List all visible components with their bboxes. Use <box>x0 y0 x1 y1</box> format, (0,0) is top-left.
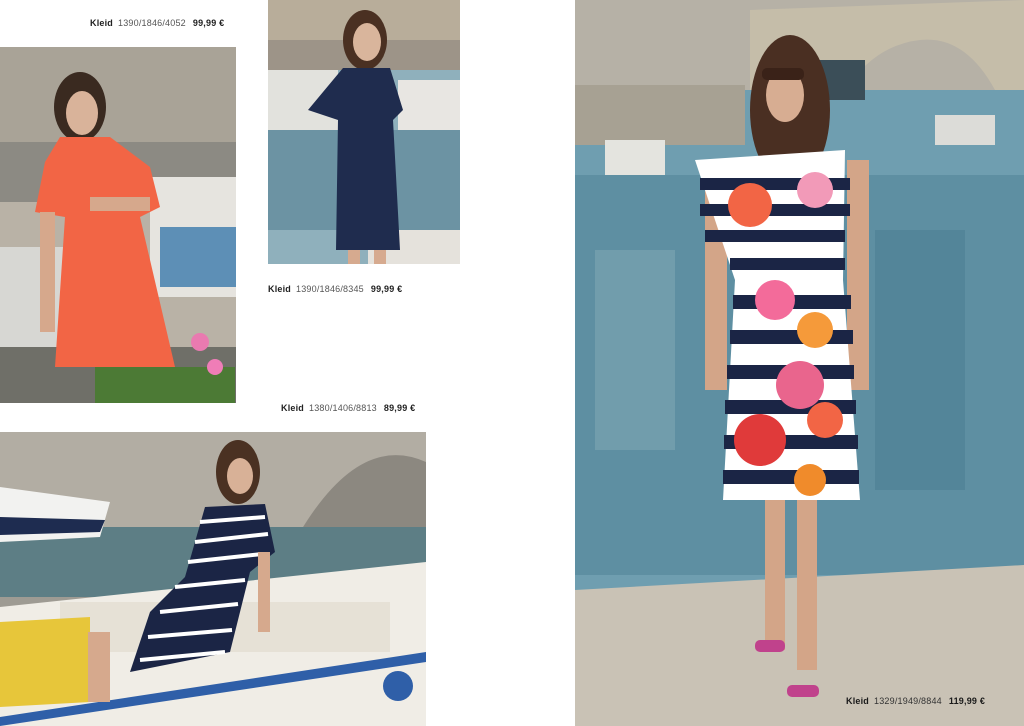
photo-floral-dress <box>575 0 1024 726</box>
product-caption-striped-dress: Kleid 1380/1406/8813 89,99 € <box>281 403 415 413</box>
product-price: 119,99 € <box>948 696 986 706</box>
product-kind: Kleid <box>268 284 292 294</box>
product-sku: 1390/1846/8345 <box>296 284 364 294</box>
photo-striped-dress <box>0 432 426 726</box>
product-kind: Kleid <box>846 696 870 706</box>
product-price: 99,99 € <box>192 18 225 28</box>
product-kind: Kleid <box>90 18 114 28</box>
product-sku: 1380/1406/8813 <box>309 403 377 413</box>
product-price: 99,99 € <box>370 284 403 294</box>
photo-navy-dress <box>268 0 460 264</box>
product-kind: Kleid <box>281 403 305 413</box>
product-caption-floral-dress: Kleid 1329/1949/8844 119,99 € <box>846 696 985 706</box>
product-sku: 1390/1846/4052 <box>118 18 186 28</box>
product-caption-navy-dress: Kleid 1390/1846/8345 99,99 € <box>268 284 402 294</box>
product-price: 89,99 € <box>383 403 416 413</box>
photo-coral-dress <box>0 47 236 403</box>
product-caption-coral-dress: Kleid 1390/1846/4052 99,99 € <box>90 18 224 28</box>
product-sku: 1329/1949/8844 <box>874 696 942 706</box>
